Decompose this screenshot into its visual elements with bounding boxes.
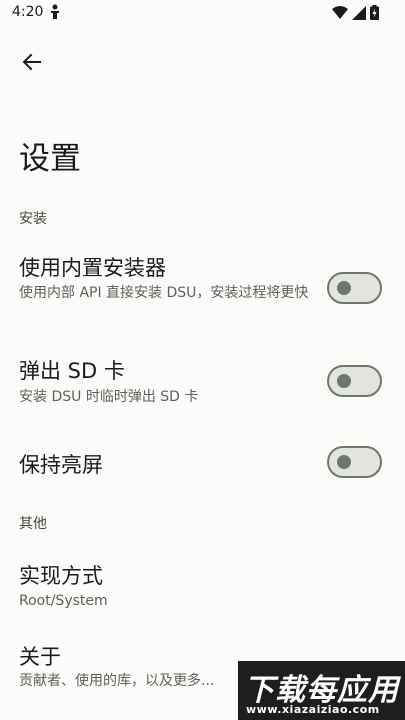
status-icons [332, 5, 379, 24]
builtin-installer-toggle[interactable] [327, 272, 382, 304]
watermark-sub-text: www.xiazaiziao.com [246, 703, 380, 716]
toggle-thumb [337, 374, 351, 388]
pref-builtin-installer-title: 使用内置安装器 [19, 256, 166, 280]
pref-keep-screen-on[interactable]: 保持亮屏 [0, 432, 405, 492]
wifi-icon [332, 5, 348, 24]
pref-implementation-summary: Root/System [19, 593, 108, 609]
keep-screen-on-toggle[interactable] [327, 446, 382, 478]
page-title: 设置 [19, 141, 81, 177]
eject-sd-toggle[interactable] [327, 365, 382, 397]
pref-about-title: 关于 [19, 645, 61, 669]
status-bar: 4:20 [0, 0, 405, 28]
pref-keep-screen-on-title: 保持亮屏 [19, 453, 103, 477]
pref-builtin-installer-summary: 使用内部 API 直接安装 DSU，安装过程将更快 [19, 285, 309, 301]
cellular-signal-icon [352, 5, 366, 24]
pref-implementation-title: 实现方式 [19, 564, 103, 588]
pref-eject-sd-title: 弹出 SD 卡 [19, 359, 125, 383]
battery-charging-icon [370, 5, 379, 24]
toggle-thumb [337, 281, 351, 295]
section-header-other: 其他 [19, 516, 47, 532]
back-button[interactable] [12, 44, 52, 84]
pref-eject-sd[interactable]: 弹出 SD 卡 安装 DSU 时临时弹出 SD 卡 [0, 344, 405, 416]
arrow-back-icon [22, 52, 42, 76]
section-header-install: 安装 [19, 211, 47, 227]
pref-builtin-installer[interactable]: 使用内置安装器 使用内部 API 直接安装 DSU，安装过程将更快 [0, 242, 405, 332]
toggle-thumb [337, 455, 351, 469]
pref-implementation[interactable]: 实现方式 Root/System [0, 548, 405, 620]
pref-eject-sd-summary: 安装 DSU 时临时弹出 SD 卡 [19, 389, 199, 405]
status-time: 4:20 [12, 4, 44, 20]
accessibility-icon [50, 4, 60, 24]
watermark-logo: 下载每应用 www.xiazaiziao.com [238, 661, 405, 720]
